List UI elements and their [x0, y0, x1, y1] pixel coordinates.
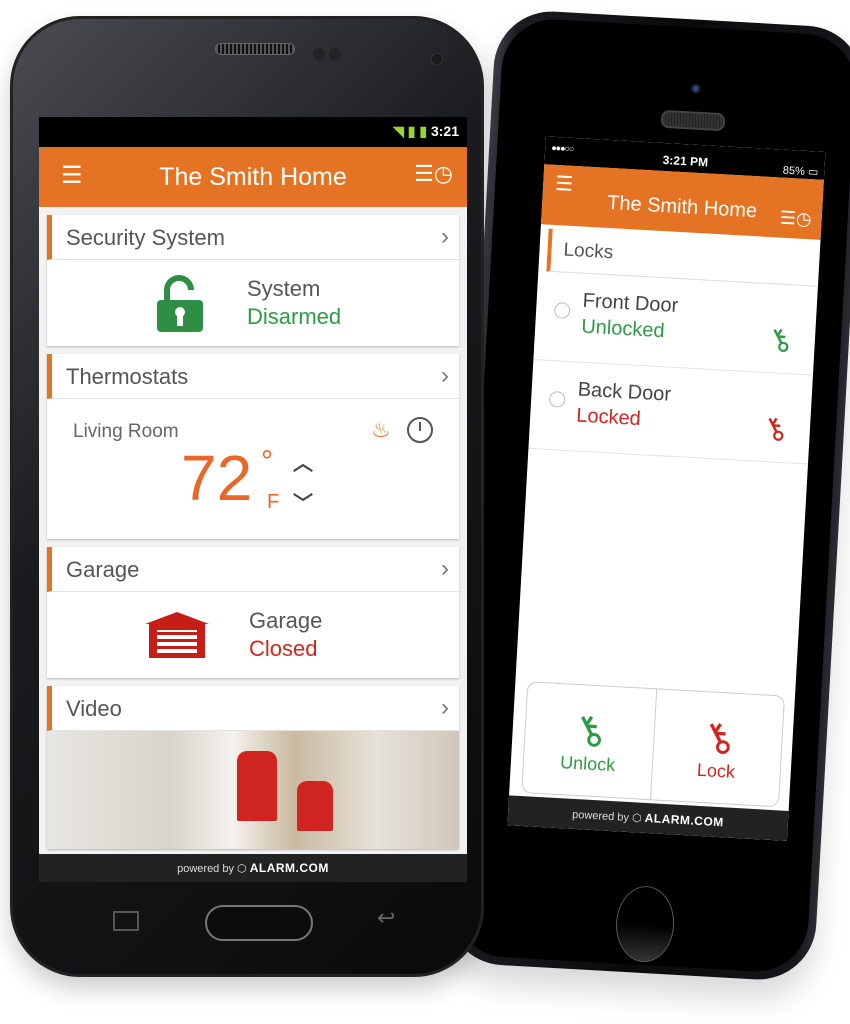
lock-actions: ⚷ Unlock ⚷ Lock	[521, 681, 786, 808]
status-time: 3:21 PM	[662, 152, 709, 170]
thermostat-card: Thermostats › Living Room ♨ 72 ° F ︿ ﹀	[47, 354, 459, 539]
security-label: System	[247, 276, 321, 301]
chevron-right-icon: ›	[441, 223, 449, 250]
garage-door-icon	[145, 612, 209, 658]
lock-button[interactable]: ⚷ Lock	[649, 689, 784, 807]
android-device: ◥ ▮ ▮ 3:21 ☰ The Smith Home ☰◷ Security …	[10, 16, 484, 977]
page-title: The Smith Home	[159, 163, 347, 191]
battery-level: 85% ▭	[782, 164, 819, 179]
earpiece-speaker	[660, 109, 726, 132]
lock-name: Back Door	[577, 378, 672, 406]
garage-card: Garage › Garage Closed	[47, 547, 459, 678]
app-header: ☰ The Smith Home ☰◷	[39, 147, 467, 207]
earpiece-speaker	[215, 43, 295, 55]
flame-icon[interactable]: ♨	[371, 417, 391, 443]
video-card-header[interactable]: Video ›	[47, 686, 459, 731]
temperature-unit: F	[267, 491, 280, 513]
key-icon: ⚷	[762, 320, 798, 360]
powered-by-footer: powered by ⬡ ALARM.COM	[39, 854, 467, 882]
temperature-value: 72	[181, 442, 253, 514]
battery-icon: ▮	[419, 123, 428, 139]
lock-state: Unlocked	[580, 315, 666, 343]
security-card: Security System › System Disarmed	[47, 215, 459, 346]
iphone-device: ●●●○○ 3:21 PM 85% ▭ ☰ The Smith Home ☰◷ …	[443, 8, 850, 983]
alarm-logo-icon: ⬡	[631, 812, 642, 825]
decrease-temp-button[interactable]: ﹀	[293, 487, 313, 516]
wifi-icon: ◥	[393, 123, 404, 139]
security-card-header[interactable]: Security System ›	[47, 215, 459, 260]
select-radio[interactable]	[553, 302, 571, 319]
signal-icon: ●●●○○	[550, 142, 574, 154]
brand-name: ALARM.COM	[644, 810, 725, 830]
clock-icon[interactable]	[407, 417, 433, 443]
key-icon: ⚷	[566, 703, 613, 757]
iphone-screen: ●●●○○ 3:21 PM 85% ▭ ☰ The Smith Home ☰◷ …	[507, 136, 826, 841]
thermostat-room: Living Room	[73, 421, 179, 442]
security-status: Disarmed	[247, 304, 342, 329]
lock-row-back-door[interactable]: Back Door Locked ⚷	[528, 359, 813, 465]
garage-label: Garage	[249, 608, 323, 633]
android-screen: ◥ ▮ ▮ 3:21 ☰ The Smith Home ☰◷ Security …	[39, 117, 467, 882]
brand-name: ALARM.COM	[249, 861, 329, 875]
lock-name: Front Door	[582, 289, 679, 317]
unlock-button[interactable]: ⚷ Unlock	[522, 682, 655, 799]
back-icon[interactable]: ↩	[377, 905, 395, 931]
video-card: Video ›	[47, 686, 459, 849]
android-status-bar: ◥ ▮ ▮ 3:21	[39, 117, 467, 147]
chevron-right-icon: ›	[441, 694, 449, 721]
front-camera	[431, 53, 443, 65]
signal-icon: ▮	[407, 123, 416, 139]
alarm-logo-icon: ⬡	[237, 863, 247, 875]
key-icon: ⚷	[757, 409, 793, 449]
increase-temp-button[interactable]: ︿	[293, 447, 313, 476]
android-nav-bar: ↩	[13, 899, 481, 949]
recent-apps-icon[interactable]	[113, 911, 139, 931]
garage-card-header[interactable]: Garage ›	[47, 547, 459, 592]
schedule-clock-icon[interactable]: ☰◷	[779, 208, 812, 231]
lock-row-front-door[interactable]: Front Door Unlocked ⚷	[533, 271, 818, 376]
video-thumbnail[interactable]	[47, 731, 459, 849]
status-time: 3:21	[430, 123, 459, 139]
thermostat-card-header[interactable]: Thermostats ›	[47, 354, 459, 399]
unlocked-padlock-icon	[157, 275, 203, 332]
schedule-clock-icon[interactable]: ☰◷	[414, 161, 453, 187]
key-icon: ⚷	[694, 711, 741, 764]
home-button[interactable]	[205, 905, 313, 941]
degree-symbol: °	[261, 445, 273, 478]
select-radio[interactable]	[548, 390, 566, 408]
chevron-right-icon: ›	[441, 555, 449, 582]
proximity-sensors	[313, 47, 347, 61]
lock-state: Locked	[575, 404, 642, 431]
garage-status: Closed	[249, 636, 318, 661]
chevron-right-icon: ›	[441, 362, 449, 389]
